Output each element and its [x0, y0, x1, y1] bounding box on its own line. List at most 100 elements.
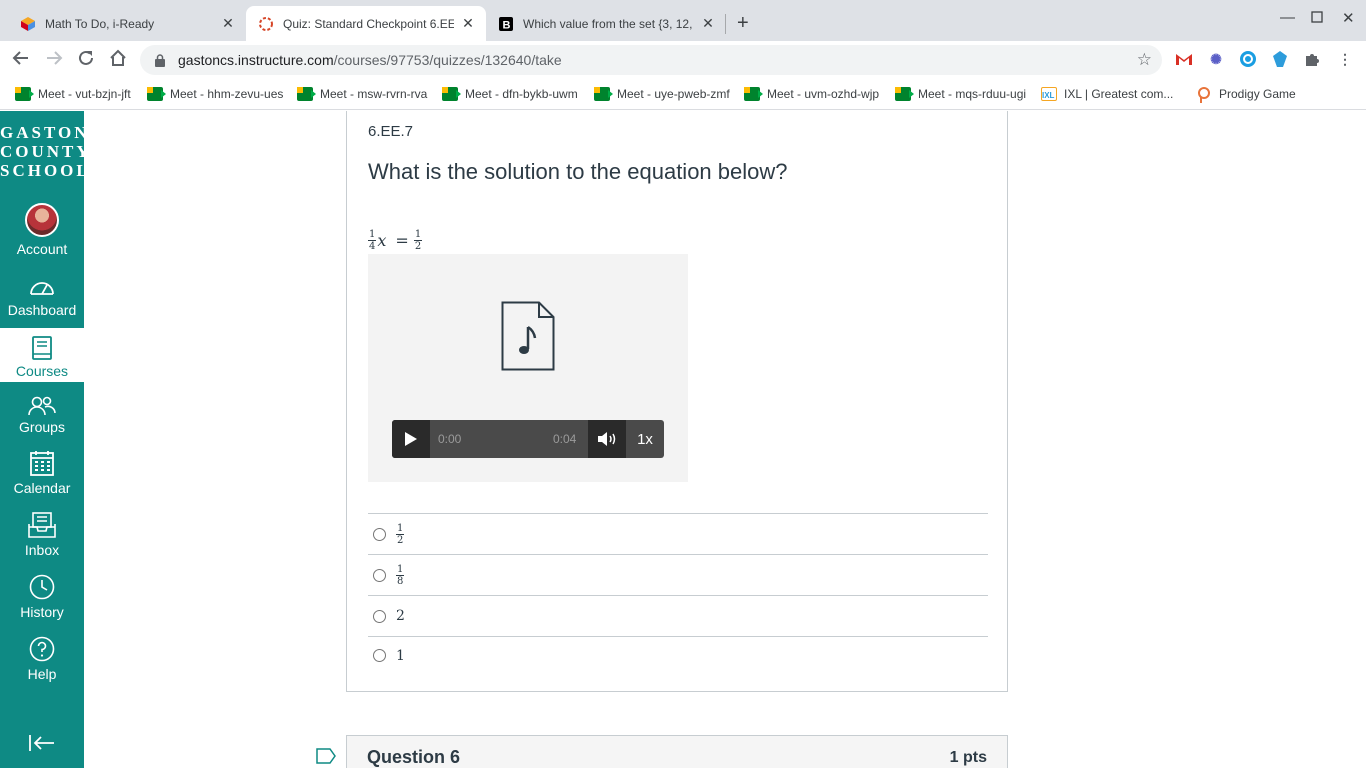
play-icon	[405, 432, 417, 446]
avatar	[25, 203, 59, 237]
forward-icon[interactable]	[45, 49, 63, 71]
dashboard-icon	[30, 282, 54, 295]
nav-item-dashboard[interactable]: Dashboard	[0, 276, 84, 322]
svg-text:B: B	[503, 19, 511, 31]
answer-list: 1 2 1 8 2 1	[368, 513, 988, 674]
help-icon	[29, 636, 55, 662]
back-icon[interactable]	[12, 49, 30, 71]
inbox-icon	[28, 512, 56, 538]
audio-media-player: 0:00 0:04 1x	[368, 254, 688, 482]
nav-item-help[interactable]: Help	[0, 636, 84, 686]
question-title: Question 6	[367, 747, 461, 767]
nav-item-inbox[interactable]: Inbox	[0, 512, 84, 562]
calendar-icon	[30, 451, 54, 476]
answer-option[interactable]: 2	[368, 595, 988, 636]
close-icon[interactable]: ✕	[460, 15, 476, 32]
logo-line: GASTON	[0, 123, 90, 142]
bookmark-item[interactable]: Meet - uye-pweb-zmf	[594, 84, 730, 104]
canvas-icon	[258, 16, 274, 32]
courses-icon	[32, 336, 52, 360]
answer-radio[interactable]	[373, 609, 386, 623]
logo-line: COUNTY	[0, 142, 92, 161]
answer-option[interactable]: 1 8	[368, 554, 988, 595]
bookmark-label: Meet - uye-pweb-zmf	[617, 87, 730, 101]
nav-item-calendar[interactable]: Calendar	[0, 450, 84, 500]
brainly-icon: B	[498, 16, 514, 32]
browser-menu-icon[interactable]: ⋮	[1336, 50, 1354, 68]
nav-item-history[interactable]: History	[0, 574, 84, 624]
gmail-icon[interactable]	[1175, 50, 1193, 68]
close-icon[interactable]: ✕	[700, 15, 716, 32]
new-tab-icon[interactable]: +	[737, 13, 749, 33]
nav-item-label: Calendar	[13, 480, 71, 496]
browser-tab-quiz[interactable]: Quiz: Standard Checkpoint 6.EE ✕	[246, 6, 486, 41]
address-bar[interactable]: gastoncs.instructure.com/courses/97753/q…	[140, 45, 1162, 75]
tab-title: Which value from the set {3, 12,	[523, 16, 693, 31]
window-close-icon[interactable]: ✕	[1342, 9, 1355, 27]
answer-value: 1	[396, 647, 405, 664]
bookmark-item[interactable]: Meet - hhm-zevu-ues	[147, 84, 283, 104]
browser-tab-iready[interactable]: Math To Do, i-Ready ✕	[8, 6, 246, 41]
groups-icon	[28, 396, 56, 416]
fraction-numerator: 1	[368, 229, 377, 241]
collapse-nav-icon[interactable]	[28, 733, 56, 758]
nav-item-label: Help	[27, 666, 57, 682]
extension-circle-icon[interactable]	[1239, 50, 1257, 68]
meet-icon	[147, 87, 166, 101]
lock-icon[interactable]	[152, 53, 168, 67]
bookmark-item[interactable]: IXL IXL | Greatest com...	[1041, 84, 1173, 104]
home-icon[interactable]	[109, 49, 127, 71]
bookmark-item[interactable]: Meet - mqs-rduu-ugi	[895, 84, 1026, 104]
reload-icon[interactable]	[77, 49, 95, 71]
equation-variable: x	[377, 231, 387, 250]
bookmark-item[interactable]: Meet - vut-bzjn-jft	[15, 84, 131, 104]
nav-item-account[interactable]: Account	[0, 203, 84, 261]
prodigy-icon	[1196, 87, 1212, 103]
bookmark-item[interactable]: Meet - dfn-bykb-uwm	[442, 84, 578, 104]
volume-button[interactable]	[588, 420, 626, 458]
browser-tab-strip: Math To Do, i-Ready ✕ Quiz: Standard Che…	[0, 0, 1366, 41]
meet-icon	[442, 87, 461, 101]
duration: 0:04	[553, 432, 577, 446]
history-icon	[29, 574, 55, 600]
browser-toolbar: gastoncs.instructure.com/courses/97753/q…	[0, 41, 1366, 78]
question-text: What is the solution to the equation bel…	[368, 159, 788, 184]
fraction-numerator: 1	[413, 229, 423, 241]
extension-gem-icon[interactable]	[1271, 50, 1289, 68]
bookmark-item[interactable]: Prodigy Game	[1196, 84, 1296, 104]
school-logo[interactable]: GASTON COUNTY SCHOOLS	[0, 123, 100, 180]
close-icon[interactable]: ✕	[220, 15, 236, 32]
fraction-denominator: 2	[397, 534, 404, 546]
answer-option[interactable]: 1	[368, 636, 988, 674]
nav-item-courses[interactable]: Courses	[0, 328, 84, 382]
fraction: 1 2	[413, 229, 423, 252]
minimize-icon[interactable]: —	[1280, 9, 1295, 26]
fraction: 1 2	[396, 523, 405, 546]
nav-item-label: Account	[16, 241, 68, 257]
audio-controls: 0:00 0:04 1x	[392, 420, 664, 458]
fraction-denominator: 8	[397, 575, 404, 587]
nav-item-label: Groups	[19, 419, 65, 435]
bookmark-item[interactable]: Meet - msw-rvrn-rva	[297, 84, 427, 104]
answer-option[interactable]: 1 2	[368, 513, 988, 554]
flag-question-icon[interactable]	[316, 748, 336, 768]
extensions-puzzle-icon[interactable]	[1303, 50, 1321, 68]
url-domain: gastoncs.instructure.com	[178, 52, 334, 68]
maximize-icon[interactable]	[1311, 10, 1323, 27]
audio-file-icon	[501, 301, 555, 376]
nav-item-groups[interactable]: Groups	[0, 395, 84, 441]
answer-radio[interactable]	[373, 568, 386, 582]
extension-burst-icon[interactable]: ✺	[1207, 50, 1225, 68]
question-standard-code: 6.EE.7	[368, 123, 414, 140]
answer-radio[interactable]	[373, 649, 386, 662]
bookmark-item[interactable]: Meet - uvm-ozhd-wjp	[744, 84, 879, 104]
svg-text:IXL: IXL	[1042, 91, 1055, 100]
play-button[interactable]	[392, 420, 430, 458]
nav-item-label: Courses	[15, 363, 69, 379]
answer-radio[interactable]	[373, 527, 386, 541]
playback-speed-button[interactable]: 1x	[626, 420, 664, 458]
browser-tab-brainly[interactable]: B Which value from the set {3, 12, ✕	[486, 6, 726, 41]
bookmark-star-icon[interactable]: ☆	[1137, 50, 1152, 70]
tab-title: Quiz: Standard Checkpoint 6.EE	[283, 16, 454, 31]
question-card: 6.EE.7 What is the solution to the equat…	[346, 111, 1008, 692]
